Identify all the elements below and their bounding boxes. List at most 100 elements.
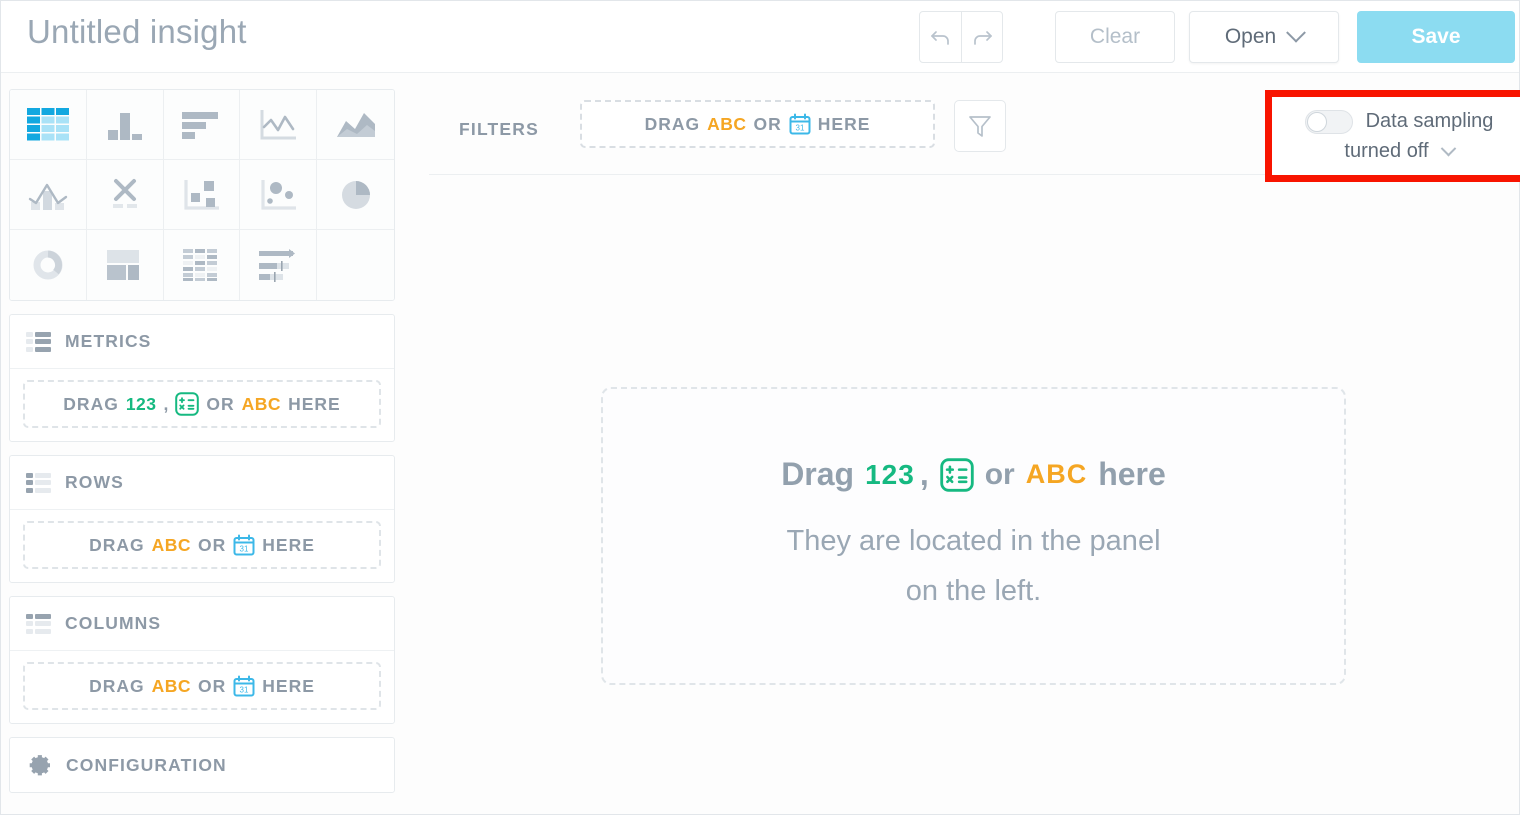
- columns-dropzone[interactable]: DRAG ABC OR 31 HERE: [23, 662, 381, 710]
- rows-here-label: HERE: [262, 534, 315, 555]
- columns-drag-label: DRAG: [89, 675, 145, 696]
- columns-list-icon: [26, 613, 51, 634]
- progress-bars-icon: [259, 249, 296, 282]
- bubble-scatter-icon: [261, 179, 297, 210]
- toggle-knob: [1306, 111, 1327, 132]
- line-chart-icon: [260, 109, 297, 139]
- top-toolbar: Untitled insight Clear Open Save: [1, 1, 1519, 73]
- metrics-section-header[interactable]: METRICS: [10, 315, 394, 369]
- columns-or-label: OR: [198, 675, 227, 696]
- pie-slice-icon: [341, 180, 370, 209]
- open-button[interactable]: Open: [1189, 11, 1339, 63]
- canvas-drop-message: Drag 123 , or ABC here: [781, 456, 1166, 493]
- visualization-type-picker: [9, 89, 395, 301]
- clear-button-label: Clear: [1089, 25, 1141, 48]
- viz-type-dashboard-layout[interactable]: [86, 230, 164, 300]
- canvas-dropzone[interactable]: Drag 123 , or ABC here They are located …: [601, 387, 1346, 685]
- canvas-hint-line-2: on the left.: [905, 574, 1042, 607]
- canvas-here-label: here: [1098, 456, 1166, 493]
- filters-text-token: ABC: [707, 113, 747, 134]
- viz-type-donut-chart[interactable]: [10, 230, 87, 300]
- x-marker-icon: [112, 178, 137, 208]
- canvas-numeric-token: 123: [865, 458, 915, 490]
- viz-type-area-chart[interactable]: [317, 90, 394, 160]
- save-button-label: Save: [1411, 25, 1461, 48]
- metrics-section-title: METRICS: [65, 331, 152, 351]
- metrics-text-token: ABC: [241, 393, 282, 414]
- calendar-31-icon: 31: [789, 113, 811, 135]
- rows-list-icon: [26, 472, 51, 493]
- rows-or-label: OR: [198, 534, 227, 555]
- redo-button[interactable]: [961, 12, 1002, 62]
- configuration-section[interactable]: CONFIGURATION: [9, 737, 395, 793]
- page-title[interactable]: Untitled insight: [27, 13, 247, 51]
- svg-text:31: 31: [240, 685, 249, 694]
- insight-builder-app: Untitled insight Clear Open Save METRICS…: [0, 0, 1520, 815]
- viz-type-data-table[interactable]: [163, 230, 241, 300]
- columns-section-header[interactable]: COLUMNS: [10, 597, 394, 651]
- undo-button[interactable]: [920, 12, 961, 62]
- filters-here-label: HERE: [817, 113, 871, 134]
- configuration-section-title: CONFIGURATION: [66, 754, 227, 775]
- data-sampling-label: Data sampling: [1365, 110, 1494, 132]
- horizontal-bar-icon: [182, 111, 219, 139]
- layout-blocks-icon: [106, 250, 139, 280]
- donut-ring-icon: [33, 250, 63, 280]
- data-sampling-row-1: Data sampling: [1304, 109, 1494, 134]
- canvas-or-label: or: [984, 457, 1015, 491]
- data-sampling-control: Data sampling turned off: [1265, 90, 1520, 182]
- chevron-down-icon[interactable]: [1440, 140, 1456, 156]
- data-sampling-toggle[interactable]: [1304, 109, 1353, 134]
- clear-button[interactable]: Clear: [1055, 11, 1175, 63]
- undo-arrow-icon: [930, 31, 949, 45]
- save-button[interactable]: Save: [1357, 11, 1515, 63]
- viz-type-pie-chart[interactable]: [317, 160, 394, 230]
- configuration-section-header[interactable]: CONFIGURATION: [10, 738, 394, 792]
- data-sampling-inner[interactable]: Data sampling turned off: [1272, 97, 1520, 175]
- viz-type-combo-chart[interactable]: [10, 160, 87, 230]
- svg-text:31: 31: [240, 544, 249, 553]
- metrics-here-label: HERE: [288, 393, 341, 414]
- left-sidebar: METRICS DRAG 123 , OR ABC HERE ROWS DRAG…: [9, 89, 395, 793]
- viz-type-treemap-chart[interactable]: [163, 160, 241, 230]
- open-button-label: Open: [1224, 25, 1277, 48]
- canvas-hint-line-1: They are located in the panel: [786, 525, 1161, 558]
- rows-section-header[interactable]: ROWS: [10, 456, 394, 510]
- viz-type-bullet-chart[interactable]: [240, 230, 318, 300]
- calendar-31-icon: 31: [233, 675, 255, 697]
- viz-type-scatter-x-chart[interactable]: [86, 160, 164, 230]
- undo-redo-group: [919, 11, 1003, 63]
- combo-line-column-icon: [28, 183, 68, 210]
- calendar-31-icon: 31: [233, 534, 255, 556]
- rows-drag-label: DRAG: [89, 534, 145, 555]
- viz-type-column-chart[interactable]: [86, 90, 164, 160]
- filters-label: FILTERS: [459, 119, 540, 139]
- rows-dropzone[interactable]: DRAG ABC OR 31 HERE: [23, 521, 381, 569]
- data-sampling-row-2: turned off: [1344, 139, 1456, 163]
- gear-icon: [29, 755, 50, 776]
- redo-arrow-icon: [974, 31, 992, 45]
- rows-section: ROWS DRAG ABC OR 31 HERE: [9, 455, 395, 583]
- funnel-filter-icon: [969, 116, 991, 137]
- viz-type-line-chart[interactable]: [240, 90, 318, 160]
- viz-type-bar-chart[interactable]: [163, 90, 241, 160]
- data-sampling-state-label: turned off: [1344, 139, 1429, 162]
- bar-column-icon: [107, 112, 142, 140]
- viz-type-bubble-chart[interactable]: [240, 160, 318, 230]
- metrics-section: METRICS DRAG 123 , OR ABC HERE: [9, 314, 395, 442]
- filters-dropzone[interactable]: DRAG ABC OR 31 HERE: [580, 100, 935, 148]
- calculator-measure-icon: [939, 457, 974, 492]
- squares-scatter-icon: [184, 179, 220, 210]
- canvas-text-token: ABC: [1025, 459, 1088, 490]
- chevron-down-icon: [1286, 22, 1307, 43]
- metrics-numeric-token: 123: [125, 393, 157, 414]
- filter-toggle-button[interactable]: [954, 100, 1006, 152]
- filters-or-label: OR: [753, 113, 782, 134]
- dense-table-icon: [183, 249, 218, 281]
- columns-here-label: HERE: [262, 675, 315, 696]
- viz-type-pivot-table[interactable]: [10, 90, 87, 160]
- main-canvas-area: FILTERS DRAG ABC OR 31 HERE Data samplin…: [411, 89, 1520, 814]
- metrics-or-label: OR: [206, 393, 235, 414]
- metrics-dropzone[interactable]: DRAG 123 , OR ABC HERE: [23, 380, 381, 428]
- filters-bar: FILTERS DRAG ABC OR 31 HERE Data samplin…: [429, 89, 1520, 182]
